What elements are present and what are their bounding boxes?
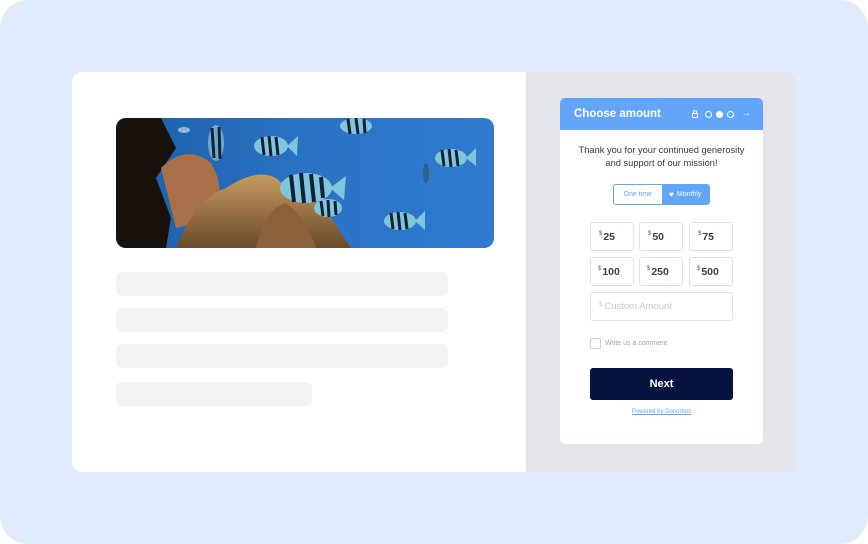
- currency-symbol: $: [648, 230, 652, 237]
- hero-image: [116, 118, 494, 248]
- comment-label: Write us a comment: [605, 340, 668, 347]
- fish: [340, 118, 372, 135]
- skeleton-line: [116, 382, 312, 406]
- skeleton-line: [116, 272, 448, 296]
- currency-symbol: $: [599, 230, 603, 237]
- one-time-label: One time: [623, 191, 652, 198]
- skeleton-line: [116, 344, 448, 368]
- custom-amount-placeholder: Custom Amount: [604, 301, 672, 312]
- amount-option-250[interactable]: $ 250: [639, 257, 683, 286]
- thank-you-message: Thank you for your continued generosity …: [560, 144, 763, 170]
- widget-header: Choose amount →: [560, 98, 763, 130]
- amount-option-75[interactable]: $ 75: [689, 222, 733, 251]
- fish: [314, 199, 342, 218]
- frequency-toggle: One time ♥ Monthly: [613, 184, 710, 205]
- lock-icon: [692, 110, 698, 118]
- currency-symbol: $: [598, 265, 602, 272]
- step-indicator: →: [692, 109, 751, 119]
- currency-symbol: $: [599, 301, 603, 308]
- fish: [208, 125, 224, 161]
- comment-option[interactable]: Write us a comment: [590, 338, 667, 349]
- amount-value: 50: [652, 230, 665, 243]
- custom-amount-input[interactable]: $ Custom Amount: [590, 292, 733, 321]
- step-dot-3[interactable]: [727, 110, 734, 118]
- powered-by-link[interactable]: Powered by Donorbox: [560, 409, 763, 415]
- heart-icon: ♥: [669, 190, 674, 199]
- currency-symbol: $: [647, 265, 651, 272]
- currency-symbol: $: [698, 230, 702, 237]
- one-time-option[interactable]: One time: [614, 185, 662, 204]
- amount-option-500[interactable]: $ 500: [689, 257, 733, 286]
- arrow-right-icon[interactable]: →: [741, 109, 751, 119]
- monthly-option[interactable]: ♥ Monthly: [661, 185, 709, 204]
- amount-option-25[interactable]: $ 25: [590, 222, 634, 251]
- amount-value: 500: [701, 265, 719, 278]
- comment-checkbox[interactable]: [590, 338, 601, 349]
- step-dot-2-active[interactable]: [716, 110, 723, 118]
- amount-value: 25: [603, 230, 616, 243]
- currency-symbol: $: [697, 265, 701, 272]
- skeleton-line: [116, 308, 448, 332]
- thank-you-line-2: and support of our mission!: [605, 158, 718, 168]
- widget-title: Choose amount: [574, 108, 661, 120]
- amount-value: 100: [602, 265, 620, 278]
- monthly-label: Monthly: [676, 191, 702, 198]
- donation-widget: Choose amount → Thank you for your conti…: [560, 98, 763, 444]
- amount-value: 250: [651, 265, 669, 278]
- reef-photo: [116, 118, 494, 248]
- next-button[interactable]: Next: [590, 368, 733, 400]
- thank-you-line-1: Thank you for your continued generosity: [578, 145, 745, 155]
- amount-option-50[interactable]: $ 50: [639, 222, 683, 251]
- amount-option-100[interactable]: $ 100: [590, 257, 634, 286]
- amount-value: 75: [702, 230, 715, 243]
- step-dot-1[interactable]: [705, 110, 712, 118]
